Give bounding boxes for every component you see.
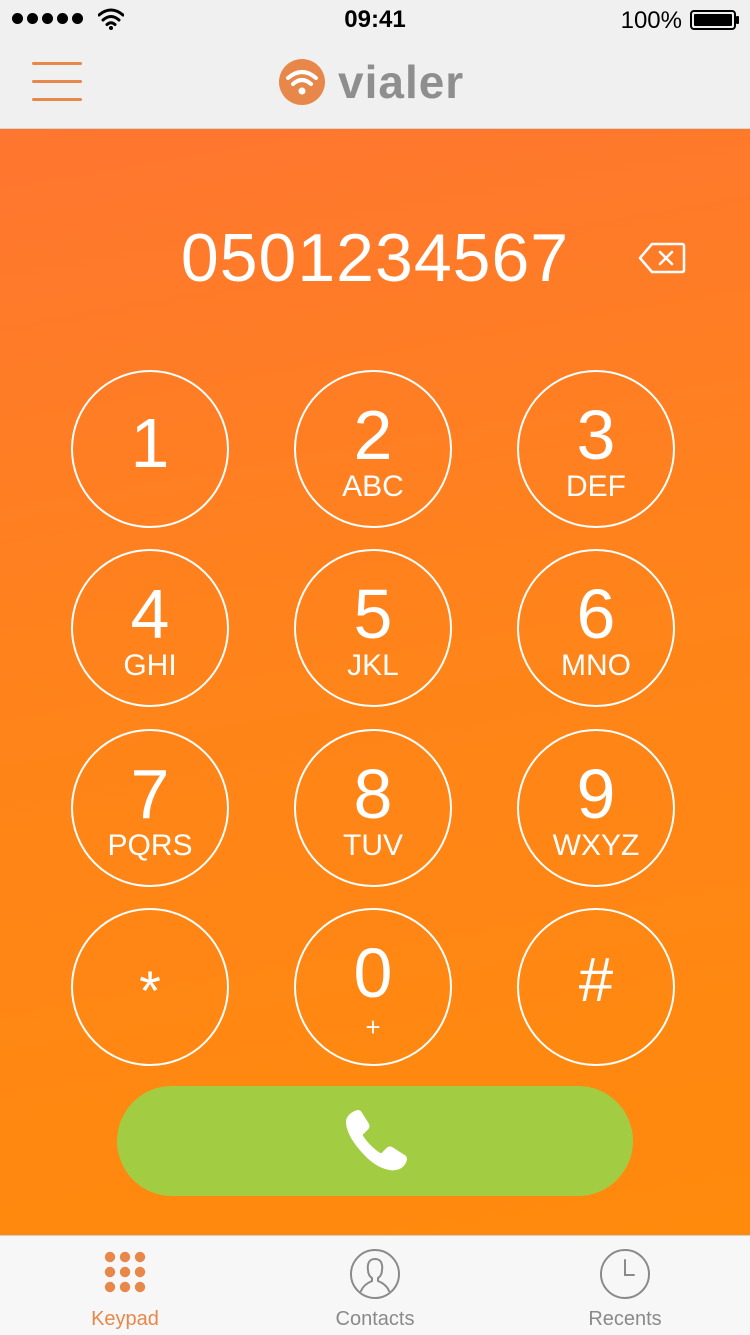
key-6[interactable]: 6 MNO (517, 549, 675, 707)
key-2[interactable]: 2 ABC (294, 370, 452, 528)
hamburger-menu-icon[interactable] (32, 62, 82, 102)
key-letters: WXYZ (552, 829, 640, 862)
phone-icon (346, 1110, 407, 1171)
key-5[interactable]: 5 JKL (294, 549, 452, 707)
app-logo-text: vialer (338, 56, 465, 108)
key-letters: GHI (123, 649, 177, 682)
key-digit: 1 (130, 404, 170, 482)
key-letters: + (365, 1012, 381, 1042)
key-7[interactable]: 7 PQRS (71, 729, 229, 887)
tab-recents[interactable]: Recents (500, 1236, 750, 1335)
key-digit: 4 (130, 575, 170, 653)
key-digit: 5 (353, 575, 393, 653)
key-digit: 8 (353, 755, 393, 833)
clock-icon (600, 1249, 650, 1299)
key-hash[interactable]: # (517, 908, 675, 1066)
tab-contacts[interactable]: Contacts (250, 1236, 500, 1335)
key-letters: DEF (566, 470, 626, 503)
battery-icon (690, 10, 739, 30)
key-digit: 2 (353, 396, 393, 474)
key-letters: TUV (343, 829, 403, 862)
app-logo: vialer (278, 58, 464, 106)
dialer-area: 0501234567 1 2 ABC 3 DEF 4 GHI 5 JKL 6 M… (0, 129, 750, 1235)
key-digit: 7 (130, 755, 170, 833)
tab-keypad[interactable]: Keypad (0, 1236, 250, 1335)
battery-percentage: 100% (620, 7, 682, 34)
tab-contacts-label: Contacts (335, 1308, 415, 1330)
nav-bar: vialer (0, 40, 750, 129)
backspace-icon[interactable] (638, 241, 686, 275)
key-digit: 9 (576, 755, 616, 833)
call-button[interactable] (117, 1086, 633, 1196)
dialed-number[interactable]: 0501234567 (110, 219, 640, 297)
key-1[interactable]: 1 (71, 370, 229, 528)
key-star[interactable]: * (71, 908, 229, 1066)
key-letters: PQRS (107, 829, 193, 862)
contacts-person-icon (350, 1249, 400, 1299)
key-digit: * (139, 959, 161, 1022)
key-9[interactable]: 9 WXYZ (517, 729, 675, 887)
key-letters: ABC (342, 470, 404, 503)
key-digit: 3 (576, 396, 616, 474)
key-3[interactable]: 3 DEF (517, 370, 675, 528)
key-letters: MNO (561, 649, 631, 682)
key-4[interactable]: 4 GHI (71, 549, 229, 707)
vialer-wifi-logo-icon (279, 59, 325, 105)
key-digit: 0 (353, 934, 393, 1012)
key-digit: # (578, 946, 614, 1015)
tab-keypad-label: Keypad (91, 1308, 159, 1330)
tab-bar: Keypad Contacts Recents (0, 1235, 750, 1335)
key-digit: 6 (576, 575, 616, 653)
key-8[interactable]: 8 TUV (294, 729, 452, 887)
status-bar: 09:41 100% (0, 0, 750, 40)
tab-recents-label: Recents (588, 1308, 662, 1330)
key-letters: JKL (347, 649, 399, 682)
keypad-grid-icon (104, 1251, 146, 1293)
key-0[interactable]: 0 + (294, 908, 452, 1066)
